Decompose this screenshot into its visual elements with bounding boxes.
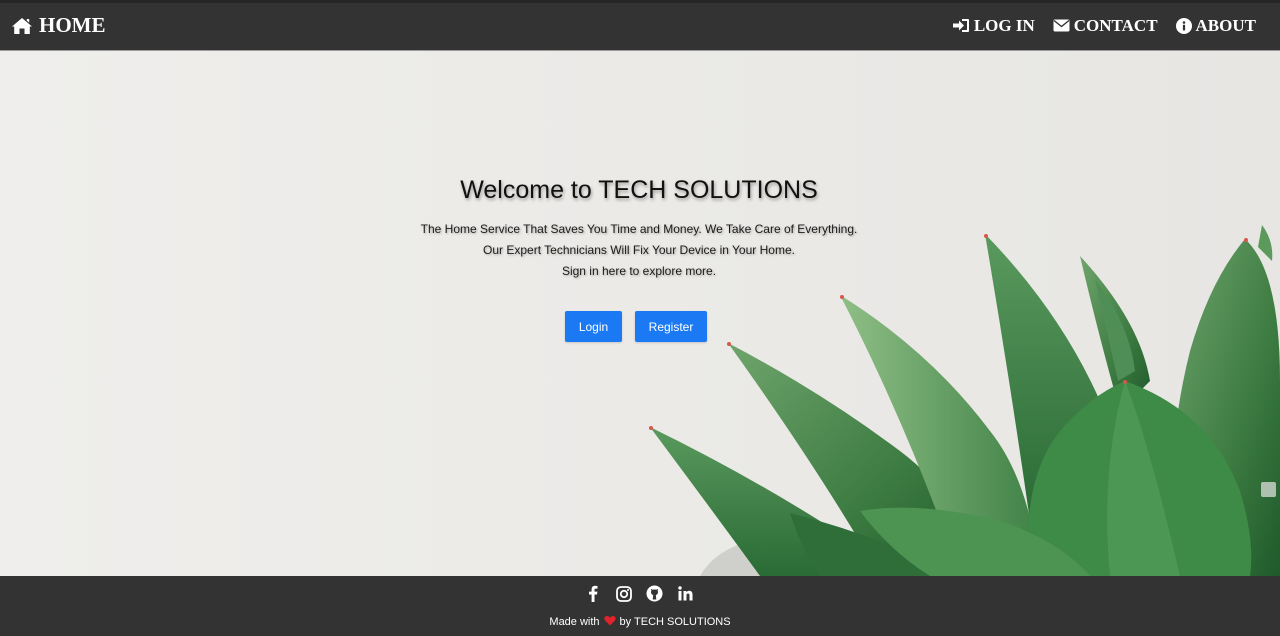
hero-line-3: Sign in here to explore more. [561, 264, 717, 278]
instagram-icon[interactable] [615, 585, 632, 602]
mini-badge-icon [1261, 482, 1276, 497]
home-label: HOME [39, 13, 106, 37]
nav-links: LOG IN CONTACT ABOUT [934, 16, 1256, 36]
made-with-label: Made with [549, 616, 600, 628]
hero-section: Welcome to TECH SOLUTIONS The Home Servi… [0, 51, 1280, 576]
facebook-icon[interactable] [584, 585, 601, 602]
footer: Made with by TECH SOLUTIONS [0, 576, 1280, 636]
github-icon[interactable] [646, 585, 663, 602]
nav-contact-label: CONTACT [1073, 15, 1158, 35]
nav-about-link[interactable]: ABOUT [1175, 15, 1256, 36]
hero-line-2: Our Expert Technicians Will Fix Your Dev… [483, 243, 795, 257]
made-by-label: by TECH SOLUTIONS [619, 616, 731, 628]
login-button[interactable]: Login [565, 311, 622, 342]
social-links [0, 585, 1279, 602]
hero-title: Welcome to TECH SOLUTIONS [460, 176, 818, 204]
home-link[interactable]: HOME [11, 13, 106, 38]
hero-line-1: The Home Service That Saves You Time and… [420, 222, 858, 236]
linkedin-icon[interactable] [677, 585, 694, 602]
nav-login-label: LOG IN [973, 15, 1035, 35]
info-icon [1175, 17, 1192, 34]
nav-contact-link[interactable]: CONTACT [1053, 16, 1158, 36]
heart-icon [603, 615, 616, 629]
nav-login-link[interactable]: LOG IN [952, 16, 1035, 36]
top-navbar: HOME LOG IN CONTACT ABOUT [0, 0, 1280, 51]
envelope-icon [1053, 19, 1070, 32]
nav-about-label: ABOUT [1195, 15, 1256, 35]
register-button[interactable]: Register [635, 311, 707, 342]
made-with-text: Made with by TECH SOLUTIONS [0, 615, 1280, 629]
home-icon [11, 17, 33, 35]
sign-in-icon [952, 18, 970, 33]
